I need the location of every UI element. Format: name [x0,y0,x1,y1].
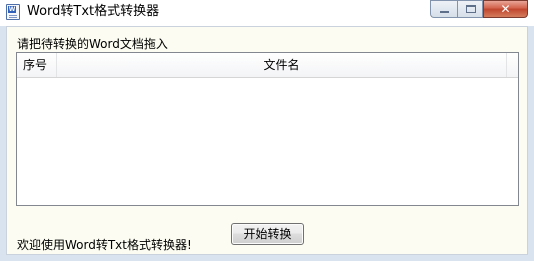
column-header-filler [507,53,518,77]
title-bar[interactable]: W Word转Txt格式转换器 ✕ [0,0,534,26]
list-header: 序号 文件名 [17,53,518,78]
column-header-filename[interactable]: 文件名 [57,53,507,77]
file-list[interactable]: 序号 文件名 [16,52,519,206]
app-window: W Word转Txt格式转换器 ✕ 请把待转换的Word文档拖入 序号 文件名 … [0,0,534,261]
minimize-icon [440,11,449,13]
drop-instruction-label: 请把待转换的Word文档拖入 [17,37,168,51]
maximize-button[interactable] [457,0,483,18]
welcome-status-text: 欢迎使用Word转Txt格式转换器! [17,238,192,252]
minimize-button[interactable] [430,0,457,18]
client-area: 请把待转换的Word文档拖入 序号 文件名 开始转换 欢迎使用Word转Txt格… [6,26,528,255]
close-icon: ✕ [500,2,511,16]
column-header-index[interactable]: 序号 [17,53,57,77]
list-body[interactable] [17,78,518,205]
start-convert-button[interactable]: 开始转换 [231,223,304,245]
maximize-icon [466,5,476,13]
close-button[interactable]: ✕ [483,0,528,18]
window-title: Word转Txt格式转换器 [27,4,160,19]
word-document-icon[interactable]: W [6,4,20,20]
